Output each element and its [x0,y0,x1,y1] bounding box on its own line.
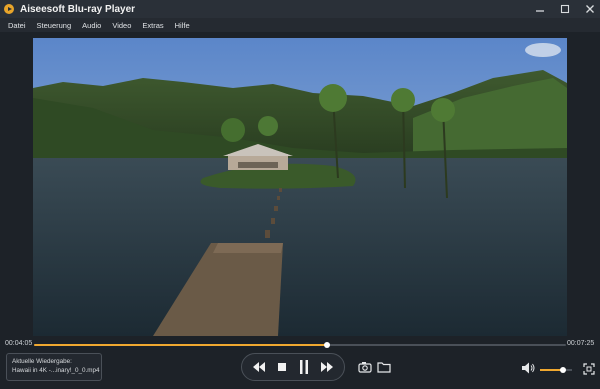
title-bar: Aiseesoft Blu-ray Player [0,0,600,18]
open-folder-button[interactable] [377,360,391,374]
playback-controls [241,353,345,381]
menu-video[interactable]: Video [112,21,131,30]
folder-icon [377,362,391,373]
pause-button[interactable] [297,360,311,374]
close-button[interactable] [584,3,596,15]
now-playing-file: Hawaii in 4K -...inary!_0_0.mp4 [12,367,100,374]
fullscreen-icon [583,363,595,375]
volume-handle[interactable] [560,367,567,373]
fullscreen-button[interactable] [583,362,595,375]
fast-forward-icon [320,362,333,372]
window-controls [534,0,596,18]
menu-hilfe[interactable]: Hilfe [175,21,190,30]
minimize-button[interactable] [534,3,546,15]
stop-icon [277,363,286,371]
menu-extras[interactable]: Extras [142,21,163,30]
rewind-button[interactable] [252,360,266,374]
restore-button[interactable] [559,3,571,15]
app-title: Aiseesoft Blu-ray Player [20,3,136,15]
video-scene-image [33,38,567,336]
close-icon [586,5,594,13]
rewind-icon [253,362,266,372]
now-playing-panel: Aktuelle Wiedergabe: Hawaii in 4K -...in… [6,353,102,381]
camera-icon [358,362,372,373]
elapsed-time: 00:04:05 [5,340,33,347]
volume-slider[interactable] [540,367,572,373]
restore-icon [560,4,570,14]
seek-bar[interactable] [34,341,566,348]
stop-button[interactable] [275,360,289,374]
video-frame[interactable] [33,38,567,336]
total-time: 00:07:25 [567,340,595,347]
menu-datei[interactable]: Datei [8,21,26,30]
snapshot-button[interactable] [358,360,372,374]
speaker-icon [522,362,535,374]
minimize-icon [536,10,544,12]
menu-audio[interactable]: Audio [82,21,101,30]
fast-forward-button[interactable] [320,360,334,374]
now-playing-label: Aktuelle Wiedergabe: [12,358,72,365]
app-logo-icon [4,4,14,14]
pause-icon [300,360,309,374]
volume-button[interactable] [521,361,535,375]
menu-steuerung[interactable]: Steuerung [37,21,72,30]
seek-bar-progress [34,343,327,346]
menu-bar: Datei Steuerung Audio Video Extras Hilfe [0,18,600,32]
seek-bar-handle[interactable] [323,341,330,348]
